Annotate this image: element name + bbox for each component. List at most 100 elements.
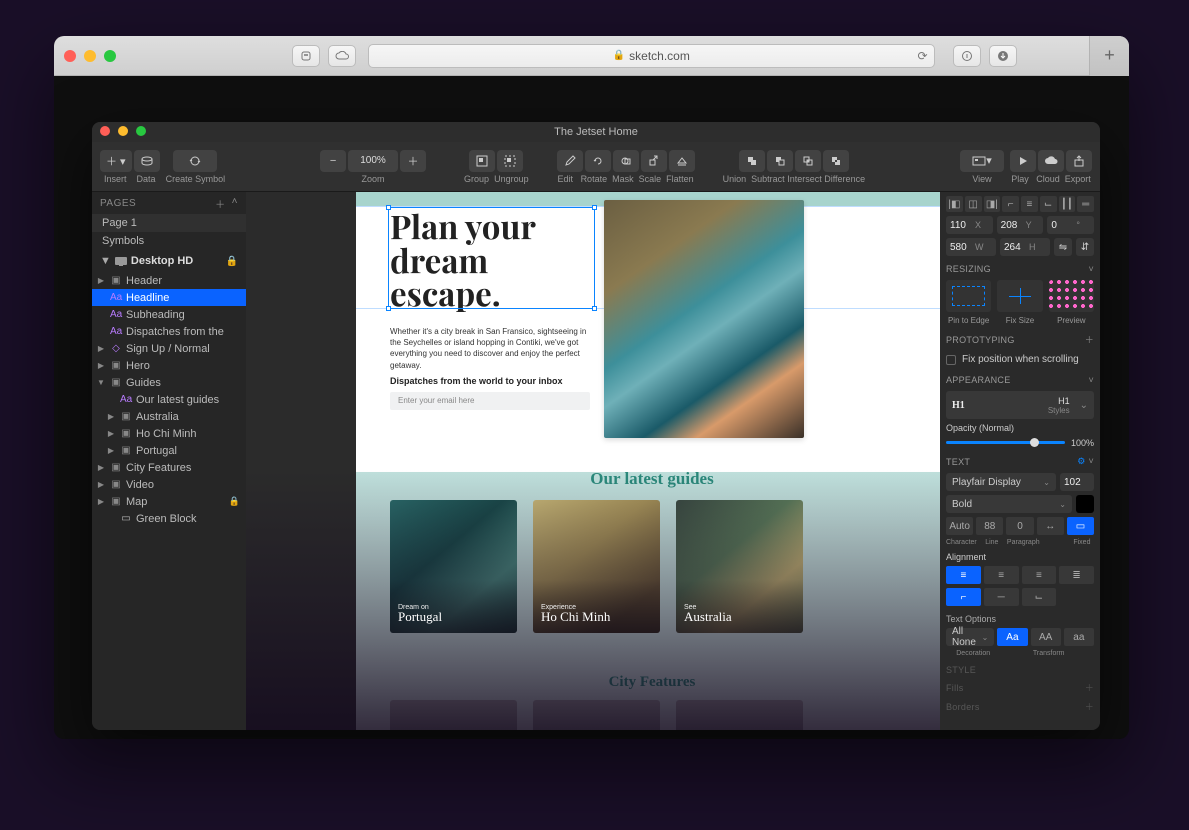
mask-button[interactable]: [613, 150, 639, 172]
flatten-button[interactable]: [669, 150, 695, 172]
flip-v-button[interactable]: ⇵: [1076, 238, 1094, 256]
distribute-v-button[interactable]: ═: [1077, 196, 1094, 212]
pin-edge-control[interactable]: [946, 280, 991, 312]
address-bar[interactable]: 🔒 sketch.com ⟳: [368, 44, 935, 68]
guide-card[interactable]: ExperienceHo Chi Minh: [533, 500, 660, 633]
new-tab-button[interactable]: +: [1089, 36, 1129, 76]
text-color-swatch[interactable]: [1076, 495, 1094, 513]
text-valign-bottom[interactable]: ⌙: [1022, 588, 1057, 606]
rotate-field[interactable]: 0°: [1047, 216, 1094, 234]
export-button[interactable]: [1066, 150, 1092, 172]
text-box-auto[interactable]: ↔: [1037, 517, 1064, 535]
pos-x-field[interactable]: 110X: [946, 216, 993, 234]
collapse-pages-button[interactable]: ˄: [232, 196, 238, 211]
font-weight-select[interactable]: Bold⌄: [946, 495, 1072, 513]
guide-card[interactable]: SeeAustralia: [676, 500, 803, 633]
difference-button[interactable]: [823, 150, 849, 172]
char-spacing-field[interactable]: Auto: [946, 517, 973, 535]
text-align-center[interactable]: ≡: [984, 566, 1019, 584]
privacy-report-button[interactable]: [292, 45, 320, 67]
cloud-button[interactable]: [1038, 150, 1064, 172]
layer-row[interactable]: ▶▣Australia: [92, 408, 246, 425]
font-size-field[interactable]: 102: [1060, 473, 1094, 491]
chevron-down-icon[interactable]: ˅: [1088, 264, 1094, 274]
transform-none[interactable]: Aa: [997, 628, 1027, 646]
transform-upper[interactable]: AA: [1031, 628, 1061, 646]
fix-size-control[interactable]: [997, 280, 1042, 312]
data-button[interactable]: [134, 150, 160, 172]
layer-row[interactable]: AaHeadline: [92, 289, 246, 306]
distribute-h-button[interactable]: ┃┃: [1059, 196, 1076, 212]
create-symbol-button[interactable]: [173, 150, 217, 172]
chevron-down-icon[interactable]: ˅: [1088, 456, 1094, 466]
gear-icon[interactable]: ⚙: [1077, 456, 1085, 466]
zoom-icon[interactable]: [136, 126, 146, 136]
layer-row[interactable]: AaDispatches from the: [92, 323, 246, 340]
pos-y-field[interactable]: 208Y: [997, 216, 1044, 234]
scale-button[interactable]: [641, 150, 667, 172]
decoration-select[interactable]: All None⌄: [946, 628, 994, 646]
page-item[interactable]: Symbols: [92, 232, 246, 250]
close-icon[interactable]: [100, 126, 110, 136]
opacity-slider[interactable]: 100%: [946, 437, 1094, 448]
subtract-button[interactable]: [767, 150, 793, 172]
zoom-icon[interactable]: [104, 50, 116, 62]
ungroup-button[interactable]: [497, 150, 523, 172]
zoom-in-button[interactable]: ＋: [400, 150, 426, 172]
layer-row[interactable]: ▭Green Block: [92, 510, 246, 527]
cloud-tabs-button[interactable]: [328, 45, 356, 67]
align-vcenter-button[interactable]: ≡: [1021, 196, 1038, 212]
downloads-button[interactable]: [989, 45, 1017, 67]
rotate-button[interactable]: [585, 150, 611, 172]
minimize-icon[interactable]: [84, 50, 96, 62]
guide-card[interactable]: Dream onPortugal: [390, 500, 517, 633]
align-right-button[interactable]: ◨|: [984, 196, 1001, 212]
layer-row[interactable]: ▶▣Video: [92, 476, 246, 493]
zoom-out-button[interactable]: −: [320, 150, 346, 172]
text-align-justify[interactable]: ≣: [1059, 566, 1094, 584]
layer-row[interactable]: ▶▣Portugal: [92, 442, 246, 459]
intersect-button[interactable]: [795, 150, 821, 172]
reload-icon[interactable]: ⟳: [917, 49, 927, 63]
chevron-down-icon[interactable]: ˅: [1088, 375, 1094, 385]
height-field[interactable]: 264H: [1000, 238, 1050, 256]
layer-row[interactable]: AaSubheading: [92, 306, 246, 323]
line-height-field[interactable]: 88: [976, 517, 1003, 535]
canvas[interactable]: Plan your dream escape. Whether it's a c…: [246, 192, 940, 730]
align-left-button[interactable]: |◧: [946, 196, 963, 212]
text-style-select[interactable]: H1 H1Styles ⌄: [946, 391, 1094, 419]
layer-row[interactable]: ▶▣Map🔒: [92, 493, 246, 510]
layer-row[interactable]: ▼▣Guides: [92, 374, 246, 391]
align-hcenter-button[interactable]: ◫: [965, 196, 982, 212]
minimize-icon[interactable]: [118, 126, 128, 136]
add-page-button[interactable]: ＋: [215, 196, 226, 211]
align-top-button[interactable]: ⌐: [1002, 196, 1019, 212]
transform-lower[interactable]: aa: [1064, 628, 1094, 646]
union-button[interactable]: [739, 150, 765, 172]
fix-scroll-checkbox[interactable]: Fix position when scrolling: [946, 352, 1094, 367]
zoom-display[interactable]: 100%: [348, 150, 398, 172]
font-family-select[interactable]: Playfair Display⌄: [946, 473, 1056, 491]
text-align-left[interactable]: ≡: [946, 566, 981, 584]
layer-row[interactable]: ▶▣City Features: [92, 459, 246, 476]
text-align-right[interactable]: ≡: [1022, 566, 1057, 584]
page-item[interactable]: Page 1: [92, 214, 246, 232]
artboard[interactable]: Plan your dream escape. Whether it's a c…: [356, 192, 940, 730]
text-valign-top[interactable]: ⌐: [946, 588, 981, 606]
close-icon[interactable]: [64, 50, 76, 62]
add-prototype-button[interactable]: ＋: [1085, 333, 1094, 346]
layer-row[interactable]: AaOur latest guides: [92, 391, 246, 408]
insert-button[interactable]: ＋ ▾: [100, 150, 132, 172]
width-field[interactable]: 580W: [946, 238, 996, 256]
layer-row[interactable]: ▶▣Header: [92, 272, 246, 289]
layer-row[interactable]: ▶◇Sign Up / Normal: [92, 340, 246, 357]
layer-row[interactable]: ▶▣Ho Chi Minh: [92, 425, 246, 442]
play-button[interactable]: [1010, 150, 1036, 172]
reader-button[interactable]: [953, 45, 981, 67]
text-box-fixed[interactable]: ▭: [1067, 517, 1094, 535]
email-input[interactable]: Enter your email here: [390, 392, 590, 410]
flip-h-button[interactable]: ⇋: [1054, 238, 1072, 256]
view-button[interactable]: ▾: [960, 150, 1004, 172]
layer-row[interactable]: ▶▣Hero: [92, 357, 246, 374]
paragraph-spacing-field[interactable]: 0: [1006, 517, 1033, 535]
